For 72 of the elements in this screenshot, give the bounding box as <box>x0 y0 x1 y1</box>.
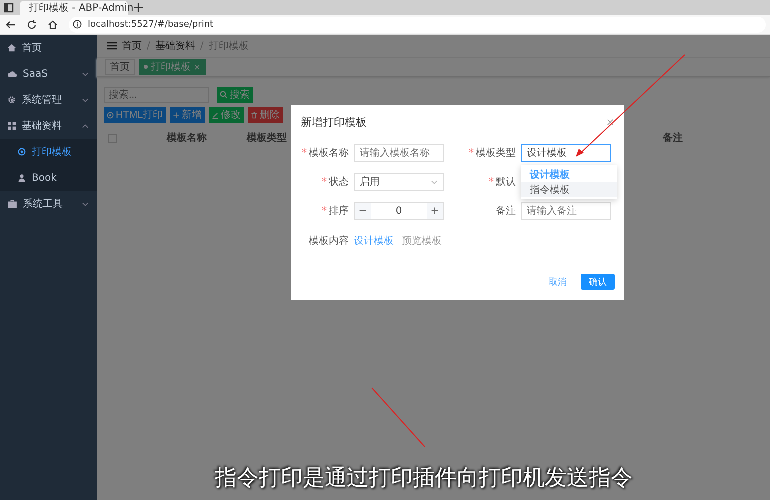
pencil-icon <box>212 112 220 118</box>
remark-field[interactable]: 请输入备注 <box>521 202 611 220</box>
chevron-icon <box>82 98 89 102</box>
select-all-checkbox[interactable] <box>108 134 117 142</box>
dropdown-option[interactable]: 指令模板 <box>521 182 617 197</box>
chevron-icon <box>82 72 89 76</box>
field-label: 备注 <box>496 204 516 218</box>
home-icon <box>8 44 16 52</box>
address-bar[interactable]: localhost:5527/#/base/print <box>69 16 766 32</box>
sidebar-item[interactable]: 系统管理 <box>0 87 97 113</box>
sidebar-item[interactable]: 基础资料 <box>0 113 97 139</box>
cloud-icon <box>8 70 17 78</box>
column-header: 备注 <box>663 131 683 145</box>
field-label: 模板内容 <box>309 234 349 248</box>
annotation-line <box>372 388 426 448</box>
search-icon <box>220 91 228 99</box>
confirm-button[interactable]: 确认 <box>581 274 615 290</box>
breadcrumb-item[interactable]: 首页 <box>122 39 142 53</box>
field-label: 排序 <box>329 204 349 218</box>
reload-icon[interactable] <box>27 20 37 30</box>
back-icon[interactable] <box>6 20 16 30</box>
required-mark: * <box>302 148 307 158</box>
field-label: 状态 <box>329 176 349 189</box>
cancel-button[interactable]: 取消 <box>543 274 573 290</box>
breadcrumb-separator: / <box>147 40 150 52</box>
briefcase-icon <box>8 200 17 208</box>
required-mark: * <box>322 176 327 188</box>
dialog-title: 新增打印模板 <box>301 115 367 130</box>
target-icon <box>107 112 114 118</box>
field-label: 模板名称 <box>309 146 349 160</box>
menu-icon[interactable] <box>107 42 117 50</box>
target-icon <box>18 148 26 156</box>
template-link[interactable]: 预览模板 <box>402 234 442 248</box>
grid-icon <box>8 122 16 130</box>
sidebar-item[interactable]: SaaS <box>0 61 97 87</box>
template-link[interactable]: 设计模板 <box>354 234 394 248</box>
column-header: 模板类型 <box>247 132 287 145</box>
sidebar-item[interactable]: 系统工具 <box>0 191 97 217</box>
breadcrumb-item[interactable]: 基础资料 <box>155 39 196 53</box>
close-icon[interactable] <box>607 119 614 126</box>
info-icon <box>73 20 82 29</box>
decrement-button[interactable]: − <box>355 203 371 219</box>
person-icon <box>18 174 26 182</box>
trash-icon <box>251 112 258 118</box>
required-mark: * <box>469 148 474 158</box>
name-field[interactable]: 请输入模板名称 <box>354 144 444 162</box>
video-subtitle: 指令打印是通过打印插件向打印机发送指令 <box>215 465 633 493</box>
sidebar-subitem[interactable]: 打印模板 <box>0 139 97 165</box>
dropdown-option[interactable]: 设计模板 <box>521 167 617 182</box>
column-header: 模板名称 <box>167 132 207 145</box>
url-text: localhost:5527/#/base/print <box>88 20 214 30</box>
plus-icon <box>173 112 180 118</box>
chevron-icon <box>431 180 438 184</box>
chevron-icon <box>82 202 89 206</box>
sort-number-field[interactable]: − 0 + <box>354 202 444 220</box>
increment-button[interactable]: + <box>427 203 443 219</box>
sidebar-subitem[interactable]: Book <box>0 165 97 191</box>
chevron-icon <box>82 124 89 128</box>
search-field[interactable]: 搜索... <box>104 87 209 103</box>
field-label: 模板类型 <box>476 146 516 160</box>
required-mark: * <box>322 206 327 216</box>
required-mark: * <box>489 176 494 188</box>
sidebar-item[interactable]: 首页 <box>0 35 97 61</box>
gear-icon <box>8 96 16 104</box>
field-label: 默认 <box>496 176 516 189</box>
new-tab-icon[interactable] <box>134 3 143 12</box>
type-select[interactable]: 设计模板 <box>521 144 611 162</box>
tab-list-icon[interactable] <box>4 2 14 12</box>
home-icon[interactable] <box>48 20 58 30</box>
status-select[interactable]: 启用 <box>354 173 444 191</box>
page-tag[interactable]: 首页 <box>105 59 135 75</box>
breadcrumb-separator: / <box>200 40 204 52</box>
